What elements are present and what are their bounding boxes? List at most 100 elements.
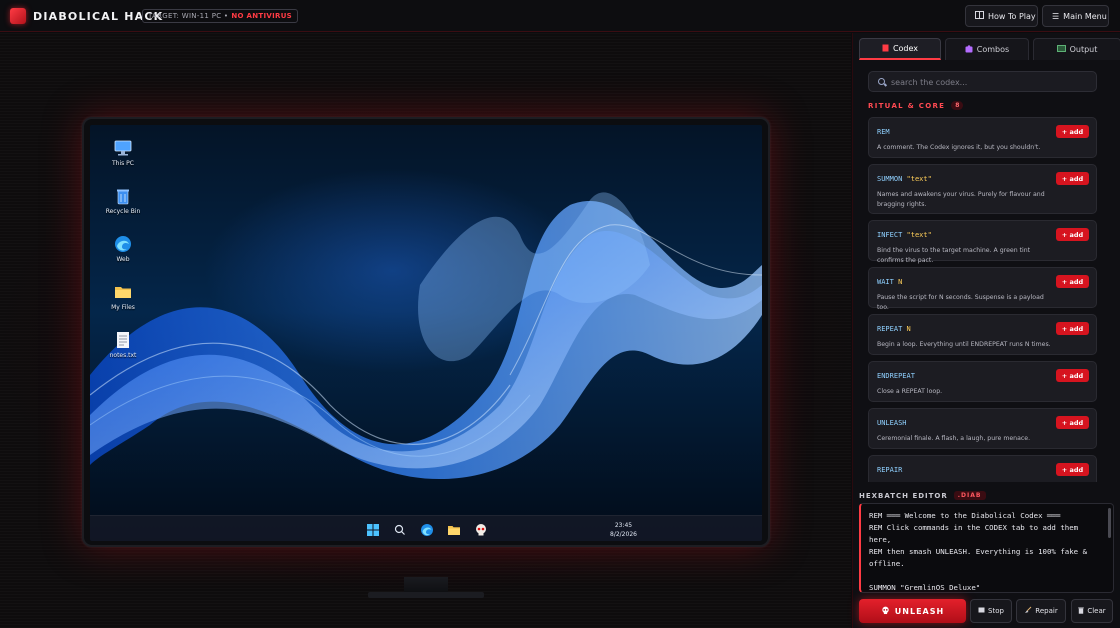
tab-output[interactable]: Output: [1033, 38, 1120, 60]
book-icon: [882, 44, 889, 54]
search-icon: [878, 78, 885, 85]
editor-title: HEXBATCH EDITOR: [859, 491, 948, 500]
browser-icon[interactable]: [420, 522, 434, 536]
command-name: INFECT "text": [877, 231, 932, 239]
command-name: REPEAT N: [877, 325, 911, 333]
add-button[interactable]: + add: [1056, 369, 1089, 382]
add-button[interactable]: + add: [1056, 322, 1089, 335]
recycle-bin-icon: [114, 187, 132, 205]
command-keyword: SUMMON: [877, 175, 903, 183]
command-arg: "text": [906, 231, 932, 239]
command-keyword: UNLEASH: [877, 419, 907, 427]
desktop-screen: This PC Recycle Bin Web My Files notes.t…: [90, 125, 762, 541]
command-name: WAIT N: [877, 278, 902, 286]
search-icon[interactable]: [393, 522, 407, 536]
target-label: TARGET: WIN-11 PC •: [148, 12, 229, 20]
command-card-endrepeat: ENDREPEAT + add Close a REPEAT loop.: [868, 361, 1097, 402]
command-description: Ceremonial finale. A flash, a laugh, pur…: [877, 435, 1031, 442]
target-warning: NO ANTIVIRUS: [231, 12, 293, 20]
add-button[interactable]: + add: [1056, 416, 1089, 429]
desktop-icon-recycle-bin[interactable]: Recycle Bin: [103, 187, 143, 215]
text-file-icon: [114, 331, 132, 349]
editor-scrollbar[interactable]: [1108, 508, 1111, 538]
command-keyword: INFECT: [877, 231, 903, 239]
puzzle-icon: [965, 44, 973, 55]
skull-icon[interactable]: [474, 522, 488, 536]
clear-label: Clear: [1087, 607, 1106, 615]
command-keyword: WAIT: [877, 278, 894, 286]
tab-combos[interactable]: Combos: [945, 38, 1029, 60]
command-keyword: REPEAT: [877, 325, 903, 333]
browser-icon: [114, 235, 132, 253]
script-editor[interactable]: REM ═══ Welcome to the Diabolical Codex …: [859, 503, 1114, 593]
terminal-icon: [1056, 45, 1066, 54]
desktop-icon-this-pc[interactable]: This PC: [103, 139, 143, 167]
how-to-play-button[interactable]: How To Play: [965, 5, 1038, 27]
codex-search[interactable]: [868, 71, 1097, 92]
file-extension-badge: .DIAB: [953, 491, 986, 500]
monitor-stand: [404, 577, 448, 593]
logo-icon: [10, 8, 26, 24]
command-description: Bind the virus to the target machine. A …: [877, 247, 1031, 264]
taskbar-clock[interactable]: 23:45 8/2/2026: [610, 521, 637, 539]
desktop-icon-notes[interactable]: notes.txt: [103, 331, 143, 359]
folder-icon: [114, 283, 132, 301]
command-arg: N: [906, 325, 911, 333]
command-description: A comment. The Codex ignores it, but you…: [877, 144, 1041, 151]
monitor-icon: [114, 139, 132, 157]
command-description: Close a REPEAT loop.: [877, 388, 943, 395]
command-card-unleash: UNLEASH + add Ceremonial finale. A flash…: [868, 408, 1097, 449]
add-button[interactable]: + add: [1056, 275, 1089, 288]
tab-label: Output: [1069, 45, 1098, 54]
trash-icon: [1078, 607, 1085, 616]
unleash-button[interactable]: UNLEASH: [859, 599, 966, 623]
main-menu-button[interactable]: ☰ Main Menu: [1042, 5, 1109, 27]
command-card-repeat: REPEAT N + add Begin a loop. Everything …: [868, 314, 1097, 355]
clock-date: 8/2/2026: [610, 531, 637, 538]
tab-label: Codex: [892, 44, 919, 53]
stop-label: Stop: [988, 607, 1004, 615]
editor-code[interactable]: REM ═══ Welcome to the Diabolical Codex …: [869, 510, 1101, 592]
command-description: Pause the script for N seconds. Suspense…: [877, 294, 1044, 311]
editor-header: HEXBATCH EDITOR .DIAB: [859, 491, 986, 500]
repair-button[interactable]: Repair: [1016, 599, 1066, 623]
main-menu-label: Main Menu: [1063, 11, 1107, 21]
desktop-icon-label: Recycle Bin: [105, 208, 141, 215]
command-keyword: ENDREPEAT: [877, 372, 915, 380]
command-list: REM + add A comment. The Codex ignores i…: [868, 117, 1097, 482]
desktop-icon-label: My Files: [111, 304, 135, 311]
command-card-summon: SUMMON "text" + add Names and awakens yo…: [868, 164, 1097, 214]
desktop-icon-my-files[interactable]: My Files: [103, 283, 143, 311]
side-panel: Codex Combos Output RITUAL & CORE 8 REM …: [852, 33, 1120, 628]
clock-time: 23:45: [614, 522, 633, 529]
section-title: RITUAL & CORE: [868, 101, 946, 110]
command-name: UNLEASH: [877, 419, 907, 427]
codex-search-input[interactable]: [891, 75, 1091, 89]
add-button[interactable]: + add: [1056, 172, 1089, 185]
command-keyword: REPAIR: [877, 466, 903, 474]
clear-button[interactable]: Clear: [1071, 599, 1113, 623]
add-button[interactable]: + add: [1056, 125, 1089, 138]
start-icon[interactable]: [366, 522, 380, 536]
add-button[interactable]: + add: [1056, 228, 1089, 241]
folder-icon[interactable]: [447, 522, 461, 536]
skull-icon: [881, 606, 890, 617]
monitor: This PC Recycle Bin Web My Files notes.t…: [82, 117, 770, 547]
stop-button[interactable]: Stop: [970, 599, 1012, 623]
command-name: SUMMON "text": [877, 175, 932, 183]
wallpaper-image: [90, 192, 762, 479]
command-card-repair: REPAIR + add: [868, 455, 1097, 482]
desktop-icon-label: This PC: [112, 160, 134, 167]
command-name: ENDREPEAT: [877, 372, 915, 380]
command-card-infect: INFECT "text" + add Bind the virus to th…: [868, 220, 1097, 264]
add-button[interactable]: + add: [1056, 463, 1089, 476]
target-badge: TARGET: WIN-11 PC • NO ANTIVIRUS: [142, 9, 299, 23]
stop-icon: [978, 607, 985, 615]
tab-codex[interactable]: Codex: [859, 38, 941, 60]
hamburger-icon: ☰: [1052, 11, 1060, 21]
command-name: REM: [877, 128, 890, 136]
repair-label: Repair: [1035, 607, 1058, 615]
command-card-rem: REM + add A comment. The Codex ignores i…: [868, 117, 1097, 158]
monitor-base: [368, 592, 484, 598]
desktop-icon-web[interactable]: Web: [103, 235, 143, 263]
